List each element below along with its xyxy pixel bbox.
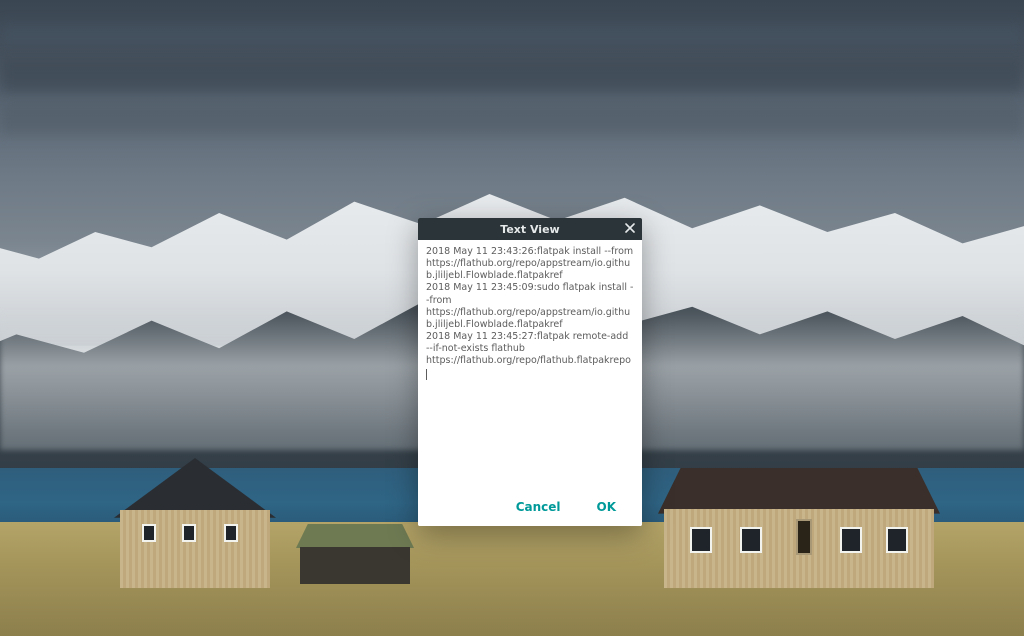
house-window bbox=[142, 524, 156, 542]
house-window bbox=[840, 527, 862, 553]
text-view-area[interactable]: 2018 May 11 23:43:26:flatpak install --f… bbox=[418, 240, 642, 488]
titlebar[interactable]: Text View bbox=[418, 218, 642, 240]
text-view-dialog[interactable]: Text View 2018 May 11 23:43:26:flatpak i… bbox=[418, 218, 642, 526]
house-right bbox=[664, 468, 934, 588]
sky-cloud bbox=[0, 104, 1024, 134]
text-view-content: 2018 May 11 23:43:26:flatpak install --f… bbox=[426, 246, 636, 366]
house-window bbox=[224, 524, 238, 542]
shed bbox=[300, 524, 410, 584]
sky-cloud bbox=[0, 58, 1024, 92]
close-icon bbox=[625, 223, 635, 236]
dialog-button-row: Cancel OK bbox=[418, 488, 642, 526]
shed-wall bbox=[300, 547, 410, 584]
house-wall bbox=[664, 509, 934, 588]
house-window bbox=[740, 527, 762, 553]
house-wall bbox=[120, 510, 270, 588]
house-roof bbox=[114, 458, 276, 518]
text-caret bbox=[426, 369, 427, 380]
sky-cloud bbox=[0, 24, 1024, 46]
dialog-title: Text View bbox=[500, 223, 559, 236]
shed-roof bbox=[296, 524, 414, 548]
house-window bbox=[886, 527, 908, 553]
house-door bbox=[796, 519, 812, 555]
house-left bbox=[120, 458, 270, 588]
house-window bbox=[182, 524, 196, 542]
close-button[interactable] bbox=[622, 221, 638, 237]
cancel-button[interactable]: Cancel bbox=[512, 494, 565, 520]
desktop-wallpaper: Text View 2018 May 11 23:43:26:flatpak i… bbox=[0, 0, 1024, 636]
house-window bbox=[690, 527, 712, 553]
ok-button[interactable]: OK bbox=[593, 494, 621, 520]
house-roof bbox=[658, 468, 940, 514]
